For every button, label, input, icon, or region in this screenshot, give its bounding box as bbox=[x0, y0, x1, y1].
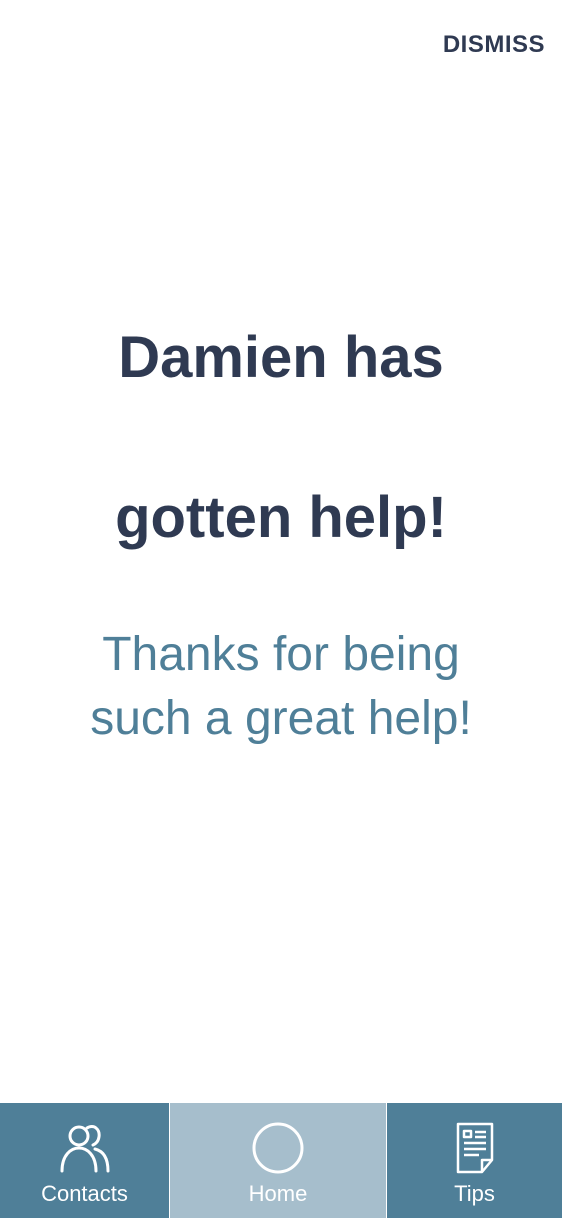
tab-tips[interactable]: Tips bbox=[387, 1103, 562, 1218]
dismiss-button[interactable]: DISMISS bbox=[443, 31, 545, 59]
tab-home-label: Home bbox=[248, 1181, 308, 1206]
headline-line-1: Damien has bbox=[118, 325, 444, 390]
tips-document-icon bbox=[455, 1121, 495, 1175]
message-line-2: such a great help! bbox=[90, 692, 472, 745]
contacts-icon bbox=[59, 1121, 111, 1175]
message-line-1: Thanks for being bbox=[102, 628, 460, 681]
home-circle-icon bbox=[251, 1121, 305, 1175]
notification-screen: DISMISS Damien has gotten help! Thanks f… bbox=[0, 0, 562, 1218]
tab-home[interactable]: Home bbox=[169, 1103, 387, 1218]
bottom-tab-bar: Contacts Home Tips bbox=[0, 1103, 562, 1218]
page-title: Damien has gotten help! bbox=[0, 238, 562, 638]
tab-contacts[interactable]: Contacts bbox=[0, 1103, 169, 1218]
headline-line-2: gotten help! bbox=[115, 485, 447, 550]
tab-tips-label: Tips bbox=[454, 1181, 495, 1206]
tab-contacts-label: Contacts bbox=[41, 1181, 128, 1206]
thank-you-message: Thanks for being such a great help! bbox=[0, 623, 562, 751]
